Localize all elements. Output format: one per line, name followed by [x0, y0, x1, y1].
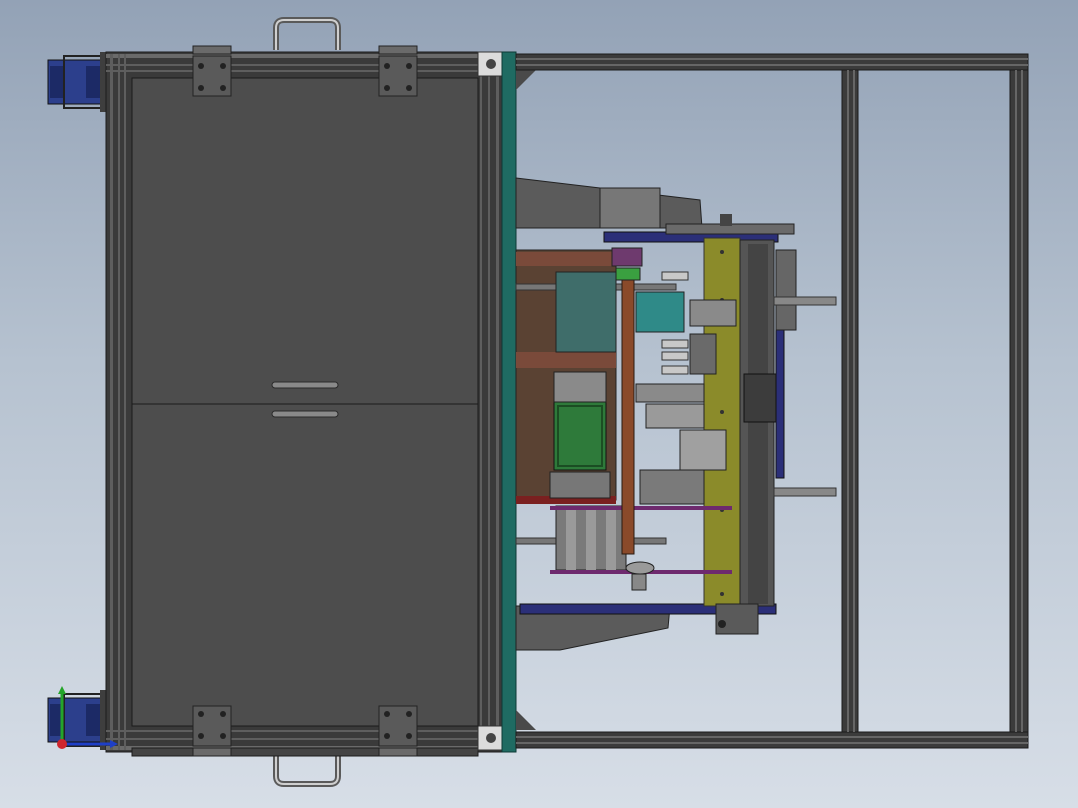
caster-top-left[interactable] — [47, 52, 108, 112]
corner-bracket-bottom — [477, 725, 505, 751]
hinge-bottom-left — [192, 705, 232, 757]
model-view[interactable] — [0, 0, 1078, 808]
bottom-handle[interactable] — [273, 752, 341, 787]
corner-bracket-top — [477, 51, 505, 77]
hinge-bottom-right — [378, 705, 418, 757]
caster-bottom-left[interactable] — [47, 690, 108, 750]
door-handle-upper[interactable] — [271, 381, 339, 389]
door-handle-lower[interactable] — [271, 410, 339, 418]
top-handle[interactable] — [273, 17, 341, 50]
mechanism-assembly[interactable] — [515, 177, 837, 651]
z-axis-marker — [57, 739, 67, 749]
door-panel-lower[interactable] — [131, 403, 479, 727]
cad-viewport[interactable] — [0, 0, 1078, 808]
door-panel-upper[interactable] — [131, 77, 479, 405]
hinge-top-left — [192, 45, 232, 97]
hinge-top-right — [378, 45, 418, 97]
